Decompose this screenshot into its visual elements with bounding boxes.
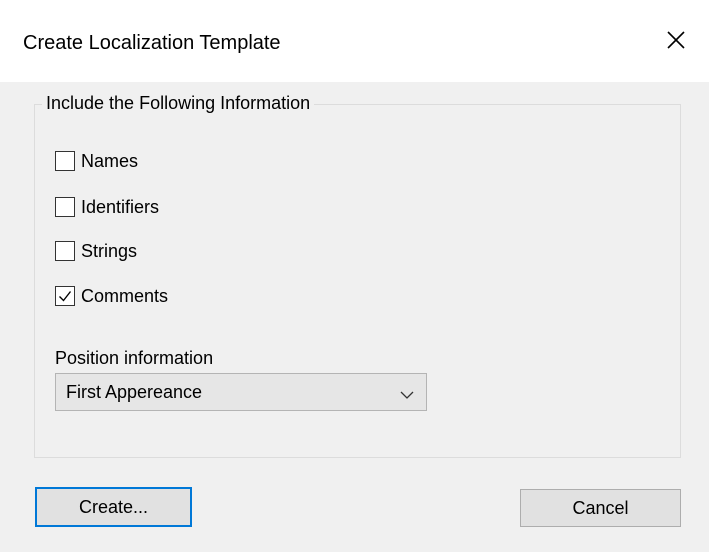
- position-selected-value: First Appereance: [66, 382, 203, 402]
- create-button[interactable]: Create...: [35, 487, 192, 527]
- identifiers-checkbox[interactable]: [55, 197, 75, 217]
- position-information-label: Position information: [55, 348, 214, 368]
- comments-checkbox-row[interactable]: Comments: [55, 284, 168, 308]
- close-icon: [667, 31, 685, 49]
- window-title: Create Localization Template: [23, 32, 281, 54]
- strings-label[interactable]: Strings: [81, 239, 137, 263]
- groupbox-label: Include the Following Information: [42, 91, 315, 115]
- identifiers-label[interactable]: Identifiers: [81, 195, 159, 219]
- title-bar[interactable]: Create Localization Template: [0, 0, 709, 82]
- dialog-window: Create Localization Template Include the…: [0, 0, 709, 552]
- position-information-select[interactable]: First Appereance: [55, 373, 427, 411]
- comments-label[interactable]: Comments: [81, 284, 168, 308]
- strings-checkbox-row[interactable]: Strings: [55, 239, 137, 263]
- cancel-button[interactable]: Cancel: [520, 489, 681, 527]
- identifiers-checkbox-row[interactable]: Identifiers: [55, 195, 159, 219]
- checkmark-icon: [59, 291, 72, 302]
- names-label[interactable]: Names: [81, 149, 138, 173]
- close-button[interactable]: [643, 12, 709, 68]
- comments-checkbox[interactable]: [55, 286, 75, 306]
- chevron-down-icon: [400, 387, 414, 405]
- names-checkbox-row[interactable]: Names: [55, 149, 138, 173]
- names-checkbox[interactable]: [55, 151, 75, 171]
- strings-checkbox[interactable]: [55, 241, 75, 261]
